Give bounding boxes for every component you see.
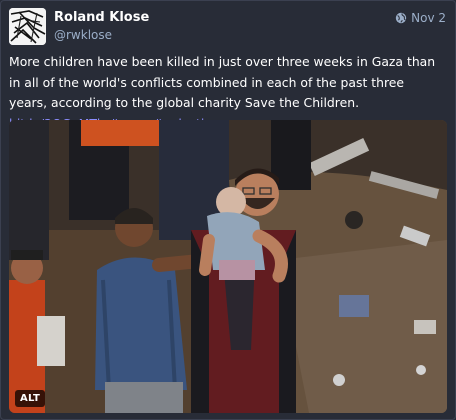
avatar[interactable] [9,8,46,45]
post-timestamp[interactable]: Nov 2 [395,11,446,25]
ink-sketch-avatar-icon [9,8,46,45]
timestamp-label: Nov 2 [411,11,446,25]
toot-card: Roland Klose @rwklose Nov 2 More childre… [0,0,456,420]
media-attachment[interactable]: ALT [9,120,447,413]
display-name[interactable]: Roland Klose [54,10,149,25]
alt-text-badge[interactable]: ALT [15,390,46,407]
post-text: More children have been killed in just o… [9,54,436,110]
photo-rubble-scene [9,120,447,413]
globe-icon [395,12,407,24]
account-handle[interactable]: @rwklose [54,28,112,42]
